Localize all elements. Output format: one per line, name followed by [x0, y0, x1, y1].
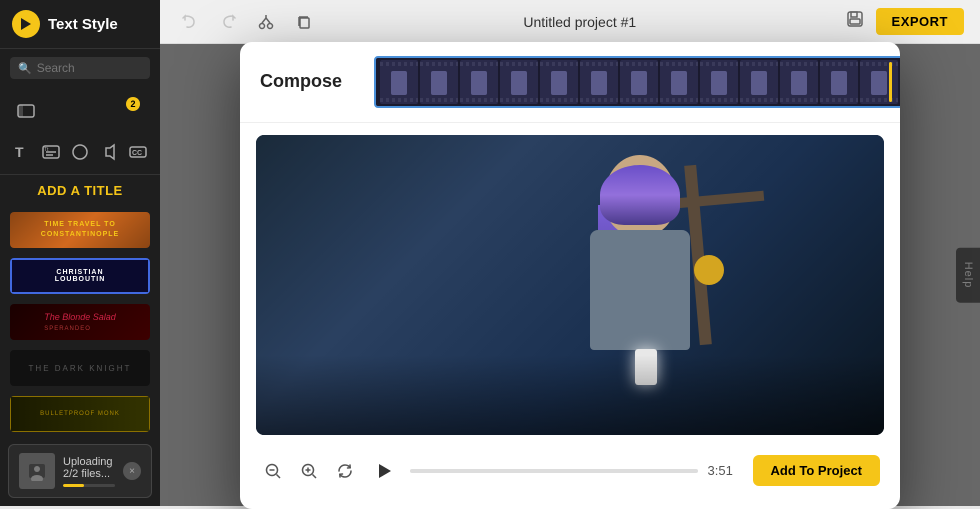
time-display: 3:51	[708, 463, 743, 478]
svg-text:Tt: Tt	[44, 147, 49, 153]
progress-bar[interactable]	[410, 469, 698, 473]
refresh-button[interactable]	[332, 458, 358, 484]
timeline-area: Help Compose	[160, 44, 980, 506]
film-scrubber	[889, 62, 892, 102]
film-frame	[540, 60, 578, 104]
film-strip[interactable]	[374, 56, 900, 108]
sidebar-nav: 2	[0, 87, 160, 135]
compose-modal: Compose	[240, 42, 900, 509]
video-gradient	[256, 355, 884, 435]
modal-overlay: Compose	[160, 44, 980, 506]
film-frame	[860, 60, 898, 104]
style-card-4[interactable]: THE DARK KNIGHT	[10, 350, 150, 386]
nav-icon-text[interactable]: T	[9, 139, 35, 170]
film-frame	[740, 60, 778, 104]
modal-header: Compose	[240, 42, 900, 123]
style-card-2-label: CHRISTIANLOUBOUTIN	[10, 258, 150, 294]
svg-text:T: T	[15, 144, 24, 160]
video-background	[256, 135, 884, 435]
save-button[interactable]	[842, 6, 868, 37]
upload-progress-fill	[63, 484, 84, 487]
film-frame	[700, 60, 738, 104]
topbar-left	[176, 10, 318, 34]
style-card-3[interactable]: The Blonde SaladSPERANDEO	[10, 304, 150, 340]
film-frame	[380, 60, 418, 104]
style-card-5-label: BULLETPROOF MONK	[10, 396, 150, 432]
upload-progress-bar-wrap	[63, 484, 115, 487]
figure-body	[590, 230, 690, 350]
nav-icon-audio[interactable]	[96, 139, 122, 170]
svg-text:CC: CC	[132, 150, 142, 157]
film-frame	[500, 60, 538, 104]
upload-notification: Uploading 2/2 files... ×	[8, 444, 152, 498]
topbar: Untitled project #1 EXPORT	[160, 0, 980, 44]
nav-item-media[interactable]: 2	[0, 93, 160, 129]
upload-thumbnail	[19, 453, 55, 489]
upload-text: Uploading 2/2 files...	[63, 456, 115, 480]
play-button[interactable]	[368, 455, 400, 487]
project-title: Untitled project #1	[523, 14, 636, 30]
zoom-in-button[interactable]	[296, 458, 322, 484]
nav-icon-subtitles[interactable]: Tt	[38, 139, 64, 170]
export-button[interactable]: EXPORT	[876, 8, 964, 35]
film-frame	[460, 60, 498, 104]
film-frame	[620, 60, 658, 104]
upload-close-button[interactable]: ×	[123, 462, 141, 480]
logo-icon	[12, 10, 40, 38]
search-input[interactable]	[37, 61, 142, 75]
sidebar-header: Text Style	[0, 0, 160, 49]
film-frame	[780, 60, 818, 104]
playback-controls: 3:51 Add To Project	[240, 445, 900, 497]
style-card-1-label: TIME TRAVEL TOCONSTANTINOPLE	[10, 212, 150, 248]
cut-button[interactable]	[252, 10, 280, 34]
film-frame	[820, 60, 858, 104]
zoom-out-button[interactable]	[260, 458, 286, 484]
style-card-3-label: The Blonde SaladSPERANDEO	[10, 304, 150, 340]
copy-button[interactable]	[290, 10, 318, 34]
modal-title: Compose	[260, 71, 342, 92]
figure-hair	[600, 165, 680, 225]
upload-info: Uploading 2/2 files...	[63, 456, 115, 487]
nav-icon-captions[interactable]: CC	[125, 139, 151, 170]
nav-icon-shapes[interactable]	[67, 139, 93, 170]
film-frame	[580, 60, 618, 104]
modal-body: 3:51 Add To Project	[240, 123, 900, 509]
style-card-5[interactable]: BULLETPROOF MONK	[10, 396, 150, 432]
redo-button[interactable]	[214, 10, 242, 34]
film-frame	[660, 60, 698, 104]
nav-badge: 2	[126, 97, 140, 111]
film-frame	[420, 60, 458, 104]
film-strip-inner	[376, 58, 900, 106]
main-area: Untitled project #1 EXPORT Help Compose	[160, 0, 980, 506]
style-card-4-label: THE DARK KNIGHT	[10, 350, 150, 386]
undo-button[interactable]	[176, 10, 204, 34]
sidebar-title: Text Style	[48, 16, 118, 33]
add-title-button[interactable]: ADD A TITLE	[10, 179, 150, 202]
search-bar[interactable]: 🔍	[10, 57, 150, 79]
style-card-2[interactable]: CHRISTIANLOUBOUTIN	[10, 258, 150, 294]
sidebar: Text Style 🔍 2 T Tt	[0, 0, 160, 506]
style-card-1[interactable]: TIME TRAVEL TOCONSTANTINOPLE	[10, 212, 150, 248]
search-icon: 🔍	[18, 62, 32, 75]
add-to-project-button[interactable]: Add To Project	[753, 455, 880, 486]
video-preview	[256, 135, 884, 435]
topbar-right: EXPORT	[842, 6, 964, 37]
